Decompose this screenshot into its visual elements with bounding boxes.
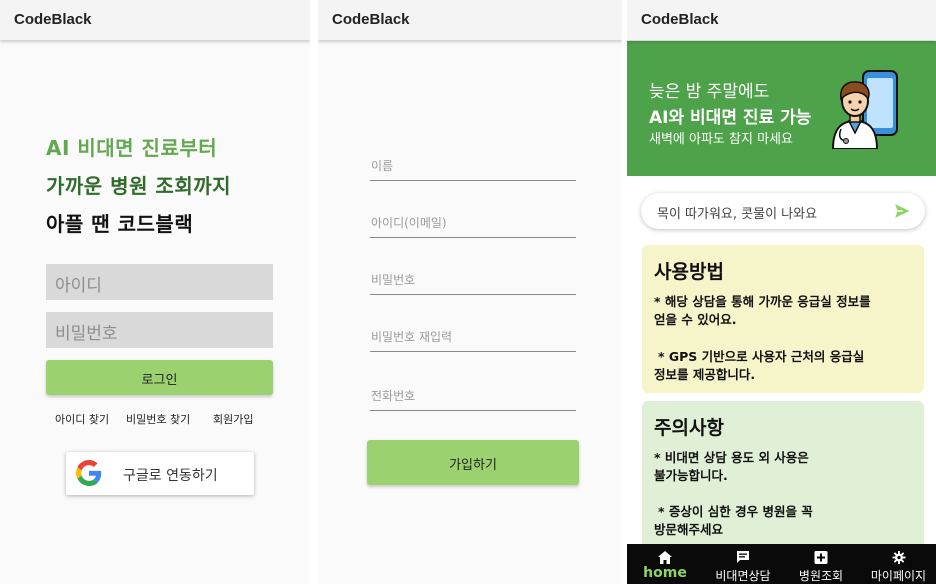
phone-field[interactable]: 전화번호: [370, 381, 576, 411]
app-title: CodeBlack: [641, 11, 719, 28]
caution-title: 주의사항: [654, 417, 724, 439]
id-input[interactable]: 아이디: [46, 264, 273, 300]
send-icon[interactable]: [893, 202, 911, 220]
banner-line-2: AI와 비대면 진료 가능: [649, 108, 812, 128]
signup-submit-label: 가입하기: [449, 458, 497, 473]
hero-line-3: 아플 땐 코드블랙: [46, 212, 194, 236]
find-password-link[interactable]: 비밀번호 찾기: [126, 411, 190, 427]
app-bar: CodeBlack: [0, 0, 310, 40]
app-title: CodeBlack: [14, 11, 92, 28]
banner-line-1: 늦은 밤 주말에도: [649, 82, 770, 102]
login-button[interactable]: 로그인: [46, 360, 273, 395]
usage-title: 사용방법: [654, 261, 724, 283]
nav-consult-label: 비대면상담: [715, 569, 771, 583]
login-button-label: 로그인: [141, 373, 178, 388]
password-input[interactable]: 비밀번호: [46, 312, 273, 348]
app-title: CodeBlack: [332, 11, 410, 28]
nav-hospital-label: 병원조회: [798, 569, 844, 583]
app-bar: CodeBlack: [627, 0, 936, 40]
usage-line-2b: 정보를 제공합니다.: [654, 367, 756, 382]
google-button-label: 구글로 연동하기: [123, 468, 218, 484]
password-field[interactable]: 비밀번호: [370, 265, 576, 295]
usage-line-2a: * GPS 기반으로 사용자 근처의 응급실: [658, 349, 865, 364]
doctor-phone-icon: [831, 70, 898, 149]
banner-line-3: 새벽에 아파도 참지 마세요: [649, 132, 793, 147]
caution-line-1b: 불가능합니다.: [654, 468, 728, 483]
signup-screen: CodeBlack 이름 아이디(이메일) 비밀번호 비밀번호 재입력 전화번호…: [318, 0, 622, 584]
caution-card: 주의사항 * 비대면 상담 용도 외 사용은 불가능합니다. * 증상이 심한 …: [642, 401, 924, 551]
password-placeholder: 비밀번호: [371, 273, 416, 287]
signup-link[interactable]: 회원가입: [213, 411, 253, 427]
signup-submit-button[interactable]: 가입하기: [367, 440, 579, 485]
nav-home[interactable]: home: [627, 544, 703, 584]
promo-banner: 늦은 밤 주말에도 AI와 비대면 진료 가능 새벽에 아파도 참지 마세요: [627, 41, 936, 176]
phone-placeholder: 전화번호: [371, 389, 416, 403]
usage-line-1b: 얻을 수 있어요.: [654, 312, 737, 327]
id-placeholder: 아이디: [55, 276, 102, 296]
symptom-search-input[interactable]: 목이 따가워요, 콧물이 나와요: [641, 193, 925, 229]
nav-mypage-label: 마이페이지: [870, 569, 927, 583]
gear-icon: [892, 551, 905, 564]
login-screen: CodeBlack AI 비대면 진료부터 가까운 병원 조회까지 아플 땐 코…: [0, 0, 310, 584]
name-field[interactable]: 이름: [370, 151, 576, 181]
email-field[interactable]: 아이디(이메일): [370, 208, 576, 238]
nav-home-label: home: [643, 565, 687, 581]
caution-line-1a: * 비대면 상담 용도 외 사용은: [654, 450, 809, 465]
usage-card: 사용방법 * 해당 상담을 통해 가까운 응급실 정보를 얻을 수 있어요. *…: [642, 245, 924, 393]
usage-line-1a: * 해당 상담을 통해 가까운 응급실 정보를: [654, 294, 871, 309]
password-placeholder: 비밀번호: [55, 324, 118, 344]
hospital-cross-icon: [814, 551, 828, 564]
nav-hospital[interactable]: 병원조회: [783, 544, 859, 584]
name-placeholder: 이름: [371, 159, 394, 173]
hero-line-1: AI 비대면 진료부터: [46, 136, 218, 160]
app-bar: CodeBlack: [318, 0, 622, 40]
caution-line-2b: 방문해주세요: [654, 522, 724, 537]
home-icon: [658, 551, 672, 564]
search-text: 목이 따가워요, 콧물이 나와요: [657, 207, 818, 222]
google-login-button[interactable]: 구글로 연동하기: [66, 452, 254, 495]
nav-consult[interactable]: 비대면상담: [705, 544, 781, 584]
nav-mypage[interactable]: 마이페이지: [861, 544, 936, 584]
password-confirm-field[interactable]: 비밀번호 재입력: [370, 322, 576, 352]
password-confirm-placeholder: 비밀번호 재입력: [371, 330, 453, 344]
find-id-link[interactable]: 아이디 찾기: [55, 411, 109, 427]
email-placeholder: 아이디(이메일): [371, 216, 447, 230]
hero-line-2: 가까운 병원 조회까지: [46, 174, 232, 198]
google-icon: [76, 460, 102, 486]
caution-line-2a: * 증상이 심한 경우 병원을 꼭: [658, 504, 813, 519]
home-screen: CodeBlack 늦은 밤 주말에도 AI와 비대면 진료 가능 새벽에 아파…: [627, 0, 936, 584]
bottom-nav: home 비대면상담 병원조회 마이페이지: [627, 544, 936, 584]
chat-icon: [737, 551, 749, 563]
